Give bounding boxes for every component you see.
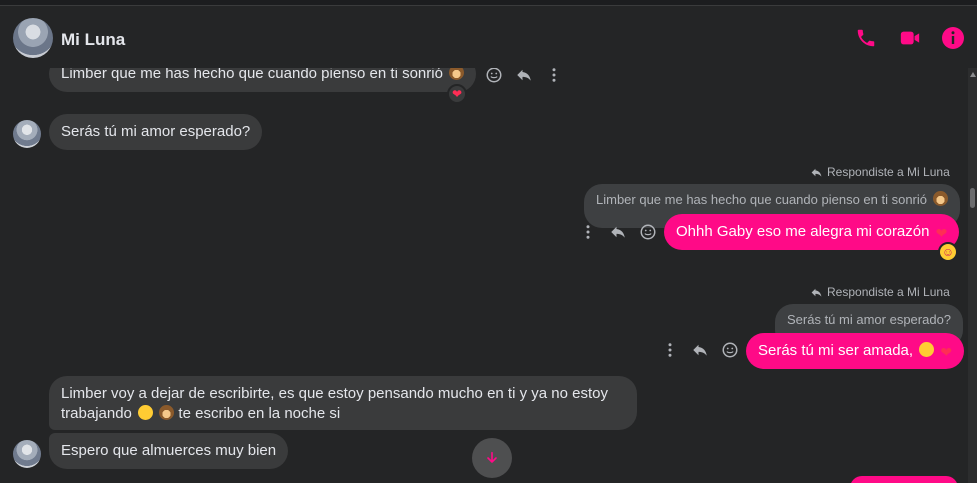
arrow-down-icon [487,451,497,463]
more-options-icon[interactable] [660,340,680,360]
react-icon[interactable] [484,68,504,85]
info-icon[interactable] [940,25,966,51]
incoming-message[interactable]: Serás tú mi amor esperado? [49,114,263,150]
reply-icon [811,288,822,297]
red-heart-emoji: ❤ [940,344,953,360]
reply-icon [811,168,822,177]
replied-to-label: Respondiste a Mi Luna [810,165,950,179]
more-options-icon[interactable] [544,68,564,85]
reply-icon[interactable] [608,222,628,242]
message-text: Serás tú mi amor esperado? [61,123,251,140]
message-text-line: trabajando te escribo en la noche si [61,405,341,422]
contact-avatar-small[interactable] [13,440,41,468]
react-icon[interactable] [720,340,740,360]
scrollbar-thumb[interactable] [970,188,975,208]
message-text: Serás tú mi ser amada, [758,342,914,359]
outgoing-message[interactable]: Ohhh Gaby eso me alegra mi corazón ❤ [664,214,960,250]
see-no-evil-monkey-emoji [449,68,465,80]
see-no-evil-monkey-emoji [932,191,948,206]
message-text: Espero que almuerces muy bien [61,442,277,459]
phone-icon[interactable] [853,25,879,51]
incoming-message[interactable]: Limber voy a dejar de escribirte, es que… [49,376,637,430]
message-text-line: Limber voy a dejar de escribirte, es que… [61,385,608,402]
message-actions [578,222,658,242]
chat-header: Mi Luna [0,6,977,68]
more-options-icon[interactable] [578,222,598,242]
reply-icon[interactable] [690,340,710,360]
incoming-message[interactable]: Limber que me has hecho que cuando piens… [49,68,477,92]
contact-avatar-small[interactable] [13,120,41,148]
message-actions [660,340,740,360]
grinning-sweat-emoji [138,405,154,420]
video-camera-icon[interactable] [897,25,923,51]
scroll-up-arrow-icon[interactable] [970,72,976,77]
star-struck-emoji [919,342,935,357]
message-text: Ohhh Gaby eso me alegra mi corazón [676,223,930,240]
red-heart-emoji: ❤ [935,225,948,241]
outgoing-message[interactable]: Serás tú mi ser amada, ❤ [746,333,965,369]
message-thread[interactable]: Limber que me has hecho que cuando piens… [0,68,968,483]
reply-icon[interactable] [514,68,534,85]
see-no-evil-monkey-emoji [159,405,175,420]
smiling-face-with-hearts-reaction-icon[interactable]: ☺ [938,242,958,262]
thread-scrollbar[interactable] [968,68,977,483]
replied-to-label: Respondiste a Mi Luna [810,285,950,299]
incoming-message[interactable]: Espero que almuerces muy bien [49,433,289,469]
message-text: Limber que me has hecho que cuando piens… [61,68,443,82]
contact-name[interactable]: Mi Luna [61,30,125,50]
outgoing-message[interactable] [850,476,958,483]
heart-reaction-icon[interactable]: ❤ [447,84,467,104]
scroll-to-bottom-button[interactable] [472,438,512,478]
react-icon[interactable] [638,222,658,242]
message-actions [484,68,564,85]
contact-avatar[interactable] [13,18,53,58]
